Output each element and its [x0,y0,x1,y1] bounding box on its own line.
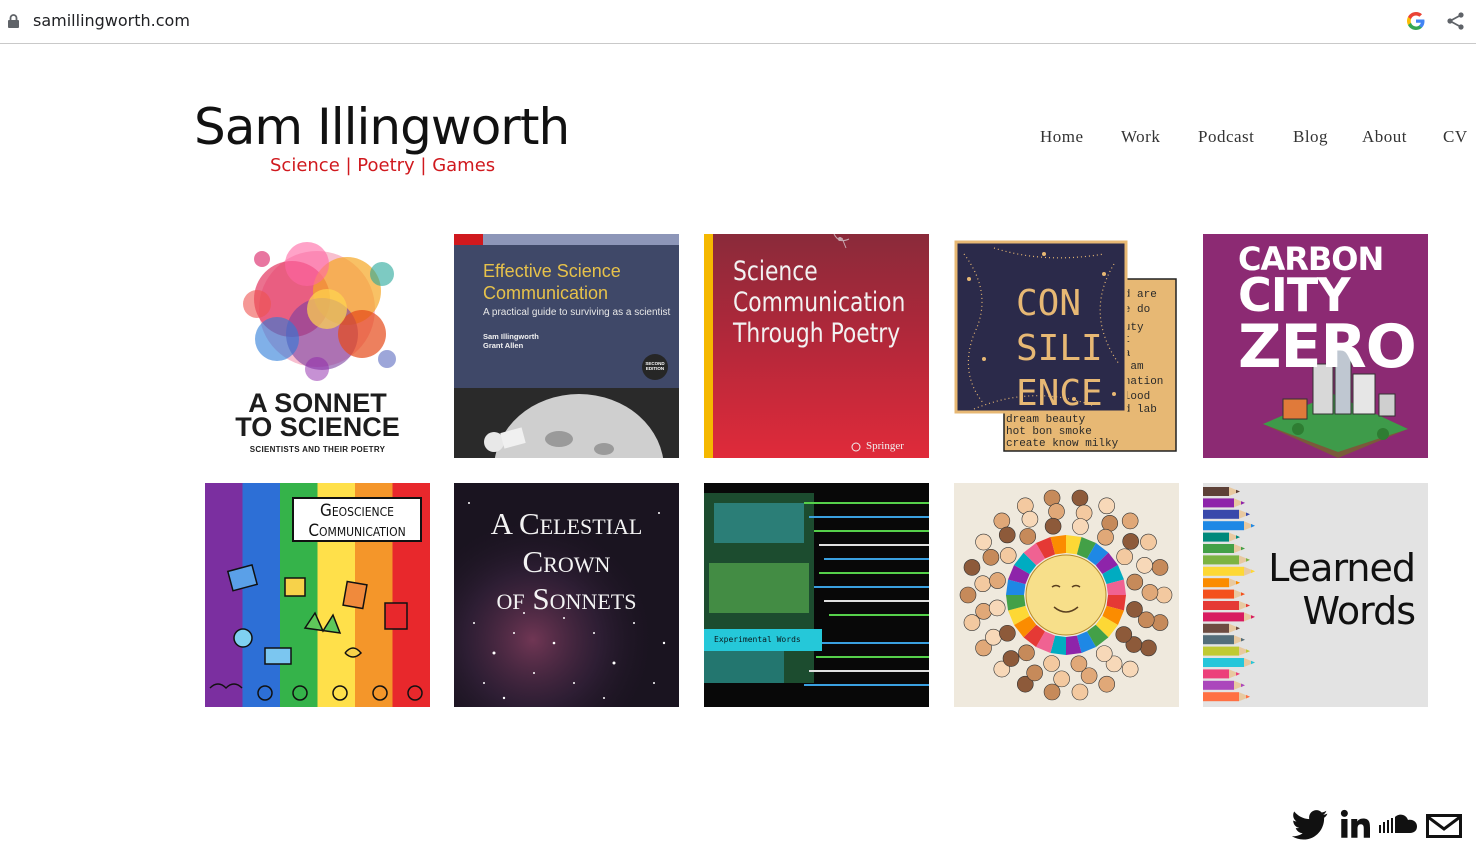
svg-text:create know milky: create know milky [1006,438,1119,450]
browser-url-bar[interactable]: samillingworth.com [0,0,1476,44]
google-icon[interactable] [1405,10,1427,32]
share-icon[interactable] [1445,10,1467,32]
tile-sonnet-to-science[interactable]: A SONNET TO SCIENCE SCIENTISTS AND THEIR… [205,234,430,458]
tile-title-line1: Learned [1268,546,1416,590]
tile-tag: Experimental Words [704,629,822,651]
site-tagline: Science | Poetry | Games [270,155,496,176]
tile-learned-words[interactable]: Learned Words [1203,483,1428,707]
tile-title-line2: Communication [483,283,609,303]
svg-text:hot bon smoke: hot bon smoke [1006,426,1092,438]
tile-title-line2: Communication [308,521,406,541]
lock-icon [8,14,19,28]
site-title[interactable]: Sam Illingworth [194,98,570,156]
tile-sun-faces-artwork[interactable] [954,483,1179,707]
book-title-box: Geoscience Communication [292,497,422,542]
tile-effective-science-communication[interactable]: Effective Science Communication A practi… [454,234,679,458]
soundcloud-icon[interactable] [1378,813,1418,837]
tile-subtitle: SCIENTISTS AND THEIR POETRY [249,445,386,454]
tile-experimental-words[interactable]: Experimental Words [704,483,929,707]
edition-badge-2: EDITION [645,366,665,371]
url-text[interactable]: samillingworth.com [33,11,190,30]
tile-author-2: Grant Allen [483,341,524,350]
tile-title-line2: Crown [522,544,611,579]
tile-title-line3: ZERO [1238,312,1417,382]
tile-title-line3: of Sonnets [496,581,637,616]
tile-consilience[interactable]: lead are ture do beauty text reka ere am… [954,234,1179,458]
tile-science-communication-through-poetry[interactable]: Science Communication Through Poetry Spr… [704,234,929,458]
email-icon[interactable] [1426,814,1462,838]
tile-title-line1: A Celestial [490,506,643,541]
social-links [1292,805,1462,845]
nav-work[interactable]: Work [1121,127,1160,147]
tile-geoscience-communication[interactable]: Geoscience Communication [205,483,430,707]
tile-title-line1: Effective Science [483,261,621,281]
sun-faces-art [959,489,1173,701]
tile-title-line2: SILI [1016,328,1103,369]
tile-publisher: Springer [866,440,904,452]
linkedin-icon[interactable] [1340,809,1370,839]
tile-celestial-crown-of-sonnets[interactable]: A Celestial Crown of Sonnets [454,483,679,707]
tile-title-line2: Words [1302,589,1416,633]
tile-carbon-city-zero[interactable]: CARBON CITY ZERO [1203,234,1428,458]
glitch-art [704,493,929,686]
nav-home[interactable]: Home [1040,127,1084,147]
nav-cv[interactable]: CV [1443,127,1468,147]
twitter-icon[interactable] [1292,809,1328,841]
tile-title-line2: TO SCIENCE [235,412,400,442]
nav-about[interactable]: About [1362,127,1407,147]
tile-title-line2: Communication [733,287,906,318]
tile-title-line3: Through Poetry [733,318,901,349]
nav-blog[interactable]: Blog [1293,127,1328,147]
tile-title-line1: Geoscience [319,501,394,521]
tile-title-line1: CON [1016,283,1082,324]
tile-author-1: Sam Illingworth [483,332,539,341]
tile-subtitle: A practical guide to surviving as a scie… [483,307,671,318]
tile-title-line3: ENCE [1016,373,1103,414]
tile-title-line1: Science [733,256,818,287]
nav-podcast[interactable]: Podcast [1198,127,1254,147]
